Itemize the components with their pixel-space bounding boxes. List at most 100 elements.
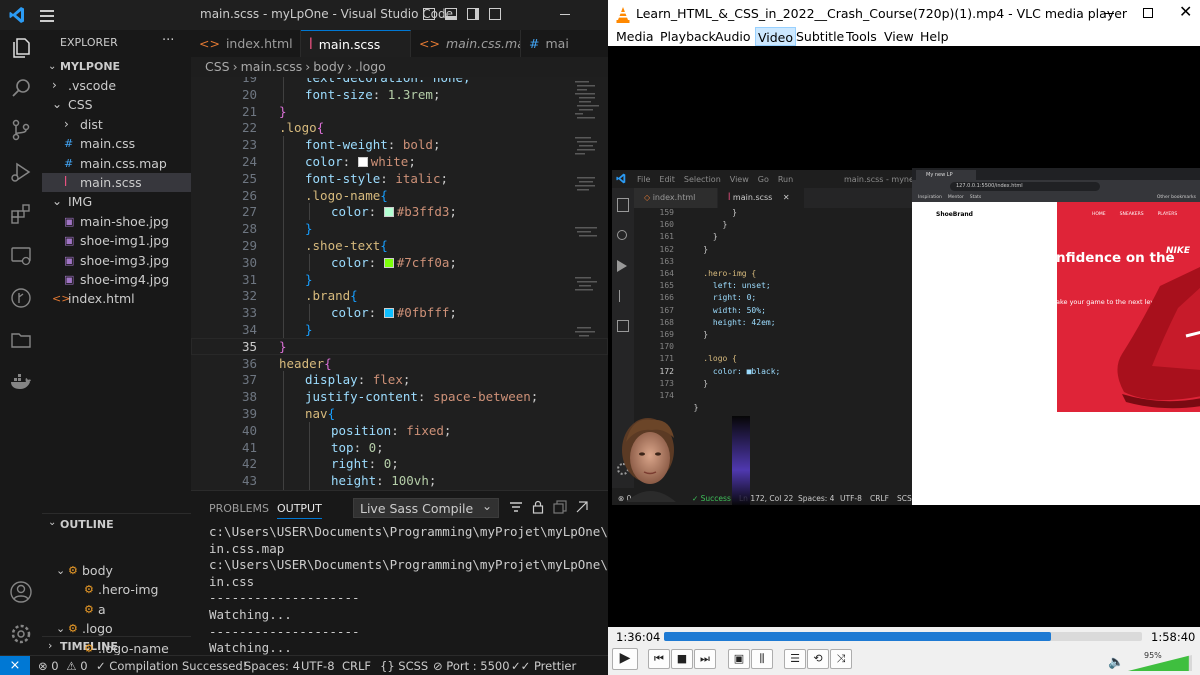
problems-tab[interactable]: PROBLEMS [209,502,269,515]
explorer-icon[interactable] [8,36,34,62]
video-site-brand: ShoeBrand [936,211,973,218]
docker-icon[interactable] [8,370,34,396]
lock-icon[interactable] [531,500,545,514]
explorer-item[interactable]: ⌄ CSS [42,95,191,114]
encoding-status[interactable]: UTF-8 [301,656,335,675]
copy-icon[interactable] [553,500,567,514]
vlc-menu-item[interactable]: Playback [658,27,718,46]
output-tab[interactable]: OUTPUT [277,502,322,519]
stop-button[interactable]: ■ [671,649,693,669]
code-editor[interactable]: 19 text-decoration: none; 20 font-size: 1.3… [191,77,608,490]
editor-tab[interactable]: # mai [521,30,608,57]
vlc-menu-item[interactable]: Tools [844,27,879,46]
explorer-item[interactable]: › dist [42,115,191,134]
playlist-button[interactable]: ☰ [784,649,806,669]
run-debug-icon[interactable] [8,160,34,186]
editor-tab[interactable]: ꟾ main.scss [301,30,411,57]
explorer-item[interactable]: ▣ shoe-img1.jpg [42,231,191,250]
compile-status[interactable]: ✓ Compilation Successed! [96,656,247,675]
layout-custom-icon[interactable] [489,8,501,20]
code-line: color: #7cff0a; [331,254,457,271]
next-button[interactable]: ⏭ [694,649,716,669]
output-channel-select[interactable]: Live Sass Compile ⌄ [353,498,499,518]
filter-icon[interactable] [509,500,523,514]
vlc-menu-item[interactable]: Help [918,27,951,46]
outline-item[interactable]: ⌄ ⚙ body [42,561,191,580]
source-control-icon[interactable] [8,118,34,144]
speaker-icon[interactable]: 🔈 [1108,655,1124,670]
explorer-item[interactable]: ꟾ main.scss [42,173,191,192]
eol-status[interactable]: CRLF [342,656,371,675]
menu-hamburger-icon[interactable] [38,7,56,23]
outline-item[interactable]: ⚙ .hero-img [42,580,191,599]
explorer-item[interactable]: ▣ shoe-img4.jpg [42,270,191,289]
vlc-menu-item[interactable]: Subtitle [794,27,846,46]
extended-settings-button[interactable]: ⫼ [751,649,773,669]
play-button[interactable]: ▶ [612,648,638,670]
outline-item[interactable]: ⌄ ⚙ .logo [42,619,191,638]
seek-bar[interactable] [664,632,1142,641]
explorer-header: EXPLORER [60,36,118,49]
breadcrumb-item[interactable]: body [313,59,344,74]
indent-guide [283,455,284,473]
layout-panel-icon[interactable] [445,8,457,20]
indentation-status[interactable]: Spaces: 4 [244,656,300,675]
color-swatch[interactable] [383,207,394,218]
account-icon[interactable] [8,580,34,606]
explorer-item[interactable]: ▣ main-shoe.jpg [42,212,191,231]
vlc-menu-item[interactable]: Video [755,27,797,46]
video-bookmark: Stats [969,195,982,200]
breadcrumb-item[interactable]: .logo [355,59,386,74]
language-status[interactable]: {} SCSS [380,656,428,675]
color-swatch[interactable] [383,308,394,319]
explorer-item[interactable]: # main.css [42,134,191,153]
vlc-minimize-icon[interactable] [1104,13,1114,14]
explorer-item[interactable]: › .vscode [42,76,191,95]
color-swatch[interactable] [383,257,394,268]
breadcrumb-item[interactable]: main.scss [241,59,303,74]
minimap[interactable] [573,77,603,377]
editor-tab[interactable]: <> index.html [191,30,301,57]
explorer-item[interactable]: ⌄ IMG [42,192,191,211]
problems-indicator[interactable]: ⊗ 0 ⚠ 0 [38,656,88,675]
remote-explorer-icon[interactable] [8,244,34,270]
video-spaces: Spaces: 4 [798,494,835,503]
live-server-status[interactable]: ⊘ Port : 5500 [433,656,510,675]
vlc-maximize-icon[interactable] [1143,8,1153,18]
extensions-icon[interactable] [8,202,34,228]
line-number: 24 [241,154,257,169]
explorer-item[interactable]: <> index.html [42,289,191,308]
project-root[interactable]: ⌄ MYLPONE [42,57,191,76]
fullscreen-button[interactable]: ▣ [728,649,750,669]
explorer-item[interactable]: # main.css.map [42,154,191,173]
clear-output-icon[interactable] [575,500,589,514]
outline-item[interactable]: ⚙ a [42,600,191,619]
vlc-close-icon[interactable]: ✕ [1179,2,1192,22]
vlc-menu-item[interactable]: Media [614,27,656,46]
search-icon[interactable] [8,76,34,102]
minimize-icon[interactable] [560,14,570,15]
previous-button[interactable]: ⏮ [648,649,670,669]
color-swatch[interactable] [357,157,368,167]
vlc-menu-item[interactable]: Audio [713,27,753,46]
outline-header-row[interactable]: ⌄ OUTLINE [42,513,191,535]
breadcrumb-item[interactable]: CSS [205,59,230,74]
vlc-menu-item[interactable]: View [882,27,916,46]
code-token: : [357,372,373,388]
indent-guide [283,153,284,170]
vscode-logo-icon [9,6,25,24]
explorer-item[interactable]: ▣ shoe-img3.jpg [42,251,191,270]
layout-sidebar-icon[interactable] [467,8,479,20]
settings-gear-icon[interactable] [8,622,34,648]
layout-toggle-icon[interactable] [423,8,435,20]
more-actions-button[interactable]: ··· [162,33,174,48]
shuffle-button[interactable]: ⤨ [830,649,852,669]
video-frame[interactable]: File Edit Selection View Go Run main.scss - m… [608,46,1200,627]
git-graph-icon[interactable] [8,286,34,312]
prettier-status[interactable]: ✓✓ Prettier [511,656,576,675]
remote-button[interactable]: ⨯ [0,656,30,675]
editor-tab[interactable]: <> main.css.map [411,30,521,57]
loop-button[interactable]: ⟲ [807,649,829,669]
folder-icon[interactable] [8,328,34,354]
video-code-line: } [684,244,709,254]
